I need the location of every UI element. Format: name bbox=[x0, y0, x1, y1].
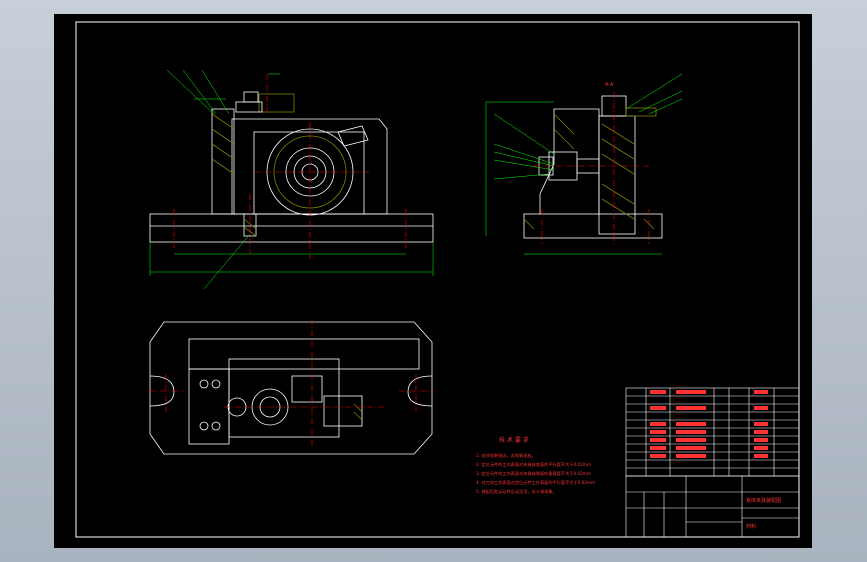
parts-list-red-entries bbox=[650, 390, 768, 458]
tech-requirement-3: 3. 定位元件的工作表面对夹具体侧面的垂直度不大于0.02mm bbox=[476, 470, 591, 477]
tech-requirements: 技 术 要 求 1. 去除毛刺锐边，去除氧化皮。 2. 定位元件的工作表面对夹具… bbox=[476, 436, 595, 495]
drawing-sheet: 技 术 要 求 1. 去除毛刺锐边，去除氧化皮。 2. 定位元件的工作表面对夹具… bbox=[54, 14, 812, 548]
section-marker: A-A bbox=[605, 82, 614, 88]
front-centerlines bbox=[173, 74, 407, 259]
top-centerlines bbox=[149, 319, 434, 446]
tech-requirement-2: 2. 定位元件的工作表面对夹具体底面的平行度不大于0.02mm bbox=[476, 461, 591, 468]
drawing-canvas: 技 术 要 求 1. 去除毛刺锐边，去除氧化皮。 2. 定位元件的工作表面对夹具… bbox=[75, 21, 800, 538]
front-base bbox=[149, 213, 434, 243]
cad-viewport[interactable]: 技 术 要 求 1. 去除毛刺锐边，去除氧化皮。 2. 定位元件的工作表面对夹具… bbox=[0, 0, 867, 562]
tech-requirement-4: 4. 对刀块工作表面对定位元件工作表面的平行度不大于0.02mm bbox=[476, 479, 595, 486]
title-block bbox=[625, 475, 800, 538]
front-dimensions bbox=[149, 69, 434, 290]
top-base bbox=[149, 321, 433, 455]
title-block-material: 材料 bbox=[746, 523, 756, 530]
tech-requirement-1: 1. 去除毛刺锐边，去除氧化皮。 bbox=[476, 452, 536, 459]
tech-requirements-title: 技 术 要 求 bbox=[499, 436, 529, 444]
tech-requirement-5: 5. 装配后各运动件运动灵活，无卡滞现象。 bbox=[476, 488, 557, 495]
side-centerlines bbox=[534, 92, 650, 244]
side-dimensions bbox=[485, 73, 683, 255]
side-view bbox=[523, 95, 663, 239]
front-view bbox=[149, 91, 434, 243]
top-view bbox=[149, 321, 433, 455]
title-block-drawing-name: 铣床夹具装配图 bbox=[746, 497, 781, 504]
